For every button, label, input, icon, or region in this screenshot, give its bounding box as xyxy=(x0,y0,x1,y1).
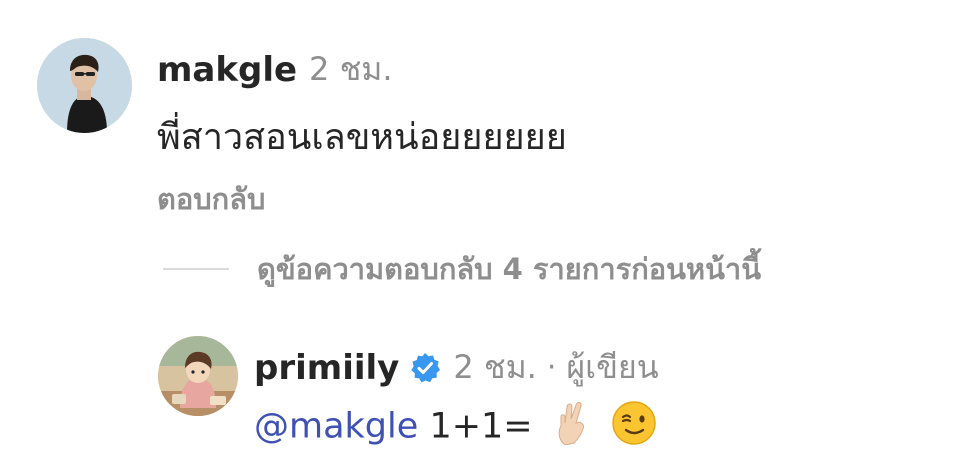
avatar[interactable] xyxy=(37,38,132,133)
view-replies-label: ดูข้อความตอบกลับ 4 รายการก่อนหน้านี้ xyxy=(257,252,762,286)
comment-username[interactable]: makgle xyxy=(157,50,297,90)
comment-header: makgle 2 ชม. xyxy=(157,44,393,95)
anime-character-icon xyxy=(158,336,238,416)
author-label: ผู้เขียน xyxy=(566,348,659,386)
separator-dot: · xyxy=(546,350,557,385)
crossed-fingers-icon xyxy=(552,401,592,454)
verified-badge-icon xyxy=(409,352,441,384)
comment-timestamp: 2 ชม. xyxy=(309,50,393,88)
mention-link[interactable]: @makgle xyxy=(254,407,418,447)
comment-text: พี่สาวสอนเลขหน่อยยยยยย xyxy=(157,117,567,158)
winking-face-icon xyxy=(611,400,657,455)
reply-text: @makgle 1+1= xyxy=(254,400,657,455)
reply-avatar[interactable] xyxy=(158,336,238,416)
divider xyxy=(163,268,229,270)
reply-timestamp: 2 ชม. xyxy=(453,348,537,386)
reply-body: 1+1= xyxy=(429,406,533,447)
user-photo-icon xyxy=(37,38,132,133)
reply-header: primiily 2 ชม. · ผู้เขียน xyxy=(254,342,659,393)
view-previous-replies-button[interactable]: ดูข้อความตอบกลับ 4 รายการก่อนหน้านี้ xyxy=(163,246,761,292)
reply-username[interactable]: primiily xyxy=(254,348,399,388)
reply-button[interactable]: ตอบกลับ xyxy=(157,176,265,222)
